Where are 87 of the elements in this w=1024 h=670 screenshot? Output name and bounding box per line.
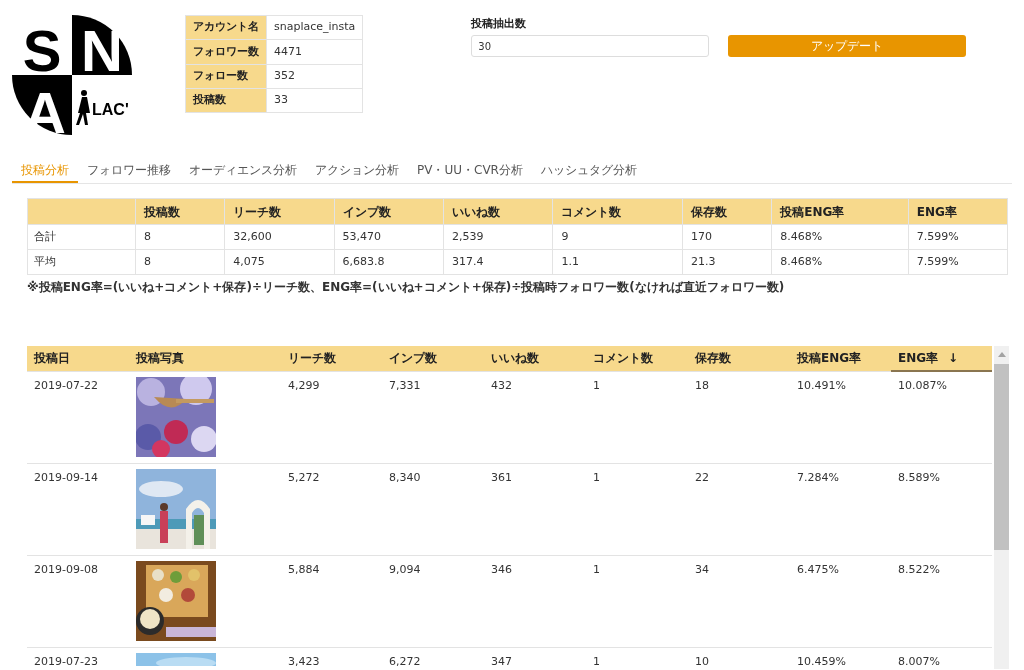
table-cell: 347 <box>484 647 586 666</box>
column-header[interactable]: 投稿写真 <box>129 346 281 371</box>
scrollbar-thumb[interactable] <box>994 364 1009 550</box>
table-cell: 18 <box>688 371 790 463</box>
table-cell: 1.1 <box>552 249 683 275</box>
field-label: フォロー数 <box>185 64 267 89</box>
table-cell: 34 <box>688 555 790 647</box>
field-value: snaplace_insta <box>266 15 363 40</box>
table-cell: 1 <box>586 647 688 666</box>
scrollbar[interactable] <box>994 346 1009 669</box>
field-label: フォロワー数 <box>185 39 267 64</box>
table-cell: 8.589% <box>891 463 992 555</box>
table-cell: 7.599% <box>908 224 1008 250</box>
column-header: リーチ数 <box>224 198 335 225</box>
column-header[interactable]: インプ数 <box>382 346 484 371</box>
field-value: 352 <box>266 64 363 89</box>
table-cell: 2019-09-14 <box>27 463 129 555</box>
scroll-up-icon[interactable] <box>997 351 1006 357</box>
sort-icon[interactable]: ↓ <box>948 351 959 365</box>
table-cell: 21.3 <box>682 249 772 275</box>
table-cell: 5,884 <box>281 555 382 647</box>
column-header[interactable]: いいね数 <box>484 346 586 371</box>
table-cell: 9 <box>552 224 683 250</box>
table-cell: 32,600 <box>224 224 335 250</box>
column-header: 保存数 <box>682 198 772 225</box>
row-label: 合計 <box>27 224 136 250</box>
table-cell: 2019-07-22 <box>27 371 129 463</box>
table-cell: 1 <box>586 463 688 555</box>
column-header[interactable]: 投稿日 <box>27 346 129 371</box>
table-cell: 10.087% <box>891 371 992 463</box>
table-cell: 4,299 <box>281 371 382 463</box>
column-header[interactable]: 保存数 <box>688 346 790 371</box>
column-header[interactable]: コメント数 <box>586 346 688 371</box>
tab[interactable]: ハッシュタグ分析 <box>531 159 646 183</box>
table-cell: 10 <box>688 647 790 666</box>
table-cell: 7,331 <box>382 371 484 463</box>
table-cell: 22 <box>688 463 790 555</box>
column-header[interactable]: ENG率 ↓ <box>891 346 992 371</box>
table-cell: 2,539 <box>443 224 553 250</box>
tab[interactable]: PV・UU・CVR分析 <box>408 159 532 183</box>
table-cell: 9,094 <box>382 555 484 647</box>
table-cell: 8.007% <box>891 647 992 666</box>
table-cell: 432 <box>484 371 586 463</box>
column-header: いいね数 <box>443 198 553 225</box>
row-label: 平均 <box>27 249 136 275</box>
table-cell: 3,423 <box>281 647 382 666</box>
table-cell: 10.459% <box>790 647 891 666</box>
table-cell: 8.468% <box>771 224 909 250</box>
field-value: 33 <box>266 88 363 113</box>
column-header: 投稿ENG率 <box>771 198 909 225</box>
table-cell: 170 <box>682 224 772 250</box>
table-cell: 6,272 <box>382 647 484 666</box>
table-cell: 6.475% <box>790 555 891 647</box>
table-cell: 361 <box>484 463 586 555</box>
table-cell: 4,075 <box>224 249 335 275</box>
table-cell: 8 <box>135 249 225 275</box>
table-cell: 8,340 <box>382 463 484 555</box>
table-cell: 8 <box>135 224 225 250</box>
column-header: 投稿数 <box>135 198 225 225</box>
table-cell: 6,683.8 <box>334 249 444 275</box>
tab[interactable]: フォロワー推移 <box>78 159 180 183</box>
field-label: アカウント名 <box>185 15 267 40</box>
tab[interactable]: オーディエンス分析 <box>180 159 306 183</box>
field-label: 投稿抽出数 <box>471 16 528 32</box>
table-cell: 2019-07-23 <box>27 647 129 666</box>
table-cell: 53,470 <box>334 224 444 250</box>
table-cell: 7.599% <box>908 249 1008 275</box>
column-header: コメント数 <box>552 198 683 225</box>
table-cell: 8.468% <box>771 249 909 275</box>
table-cell: 346 <box>484 555 586 647</box>
table-cell: 7.284% <box>790 463 891 555</box>
field-value: 4471 <box>266 39 363 64</box>
table-cell: 5,272 <box>281 463 382 555</box>
column-header[interactable]: リーチ数 <box>281 346 382 371</box>
table-cell: 8.522% <box>891 555 992 647</box>
table-cell: 1 <box>586 555 688 647</box>
column-header: ENG率 <box>908 198 1008 225</box>
table-cell: 317.4 <box>443 249 553 275</box>
tab[interactable]: アクション分析 <box>306 159 408 183</box>
field-label: 投稿数 <box>185 88 267 113</box>
column-header[interactable]: 投稿ENG率 <box>790 346 891 371</box>
column-header: インプ数 <box>334 198 444 225</box>
table-cell: 2019-09-08 <box>27 555 129 647</box>
table-cell: 10.491% <box>790 371 891 463</box>
footnote: ※投稿ENG率=(いいね+コメント+保存)÷リーチ数、ENG率=(いいね+コメント+保存)÷投稿時フォロワー数(なければ直近フォロワー数) <box>27 279 786 296</box>
count-input[interactable]: 30 <box>471 35 710 57</box>
table-cell: 1 <box>586 371 688 463</box>
